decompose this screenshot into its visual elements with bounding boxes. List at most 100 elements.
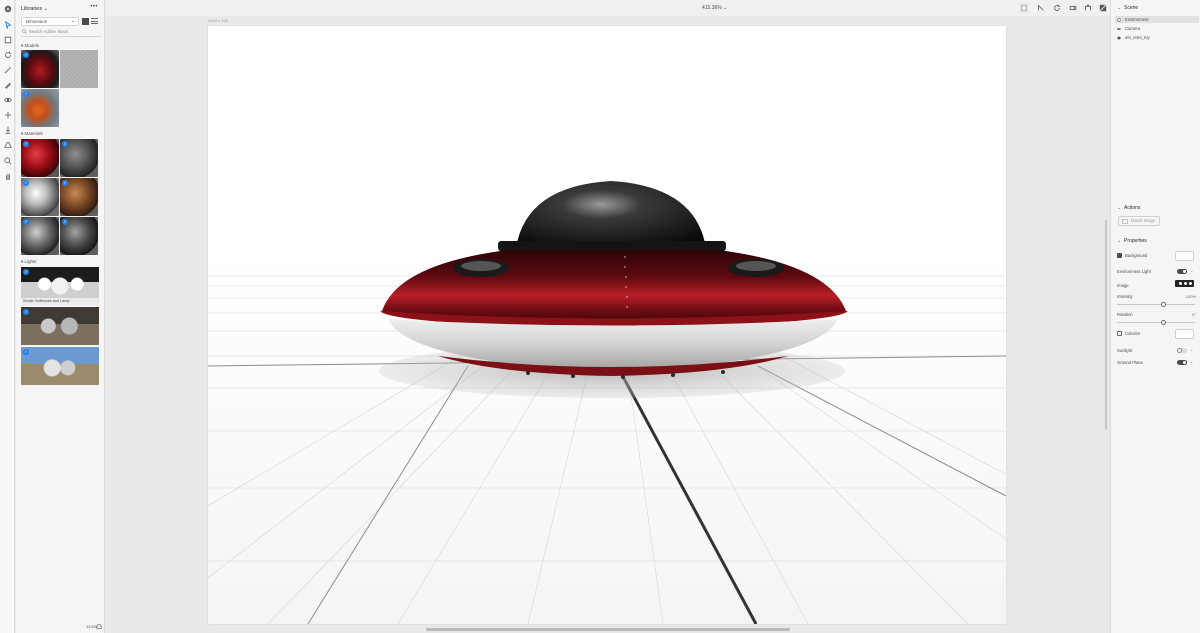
camera-orbit-icon[interactable] <box>1053 4 1061 12</box>
light-thumb-studio[interactable]: ✓ Studio Softboxes and Lamp <box>21 267 99 305</box>
scene-item-environment[interactable]: Environment <box>1115 16 1199 23</box>
chevron-down-icon[interactable]: ⌄ <box>1190 359 1193 364</box>
model-thumb-empty[interactable] <box>60 50 98 88</box>
scene-render <box>208 181 1006 624</box>
rotation-label: Rotation <box>1117 312 1133 317</box>
material-thumb-steel[interactable]: ✓ <box>21 217 59 255</box>
select-icon[interactable] <box>2 19 13 30</box>
rotation-slider-handle[interactable] <box>1160 320 1166 325</box>
sunlight-label: Sunlight <box>1117 348 1133 353</box>
model-thumb-mixer[interactable]: ✓ <box>21 89 59 127</box>
scene-header[interactable]: ⌄ Scene <box>1117 5 1138 11</box>
check-icon: ✓ <box>23 349 29 355</box>
zoom-level-dropdown[interactable]: 415.36% ⌄ <box>702 5 727 11</box>
material-thumb-dark-gray[interactable]: ✓ <box>60 139 98 177</box>
top-bar: 415.36% ⌄ <box>106 0 1110 16</box>
chevron-down-icon: ⌄ <box>70 18 75 24</box>
hand-icon[interactable] <box>2 170 13 181</box>
check-icon: ✓ <box>23 141 29 147</box>
rotate-icon[interactable] <box>2 94 13 105</box>
light-thumb-outdoor-ruins[interactable]: ✓ <box>21 307 99 345</box>
viewport[interactable]: 1024 x 768 <box>106 16 1110 633</box>
tool-rail <box>0 0 15 633</box>
environment-light-toggle[interactable] <box>1177 269 1187 274</box>
lights-section-header[interactable]: ▾ Lights <box>21 259 37 265</box>
intensity-label: Intensity <box>1117 294 1133 299</box>
model-icon <box>1117 35 1121 40</box>
properties-header[interactable]: ⌄ Properties <box>1117 238 1147 244</box>
camera-bookmark-icon[interactable] <box>1084 4 1092 12</box>
match-image-button[interactable]: Match Image <box>1118 216 1160 226</box>
check-icon: ✓ <box>23 91 29 97</box>
model-thumb-ufo[interactable]: ✓ <box>21 50 59 88</box>
cloud-sync-icon[interactable] <box>96 624 102 629</box>
rotation-slider[interactable] <box>1117 320 1195 325</box>
background-color-swatch[interactable] <box>1175 251 1194 261</box>
colorize-color-swatch[interactable] <box>1175 329 1194 339</box>
background-checkbox[interactable]: Background <box>1117 253 1147 259</box>
canvas-size-label: 1024 x 768 <box>208 18 228 23</box>
render-preview-icon[interactable] <box>1099 4 1107 12</box>
dimension-app: Libraries ⌄ ••• Dimension ⌄ Search Adobe … <box>0 0 1200 633</box>
environment-image-thumb[interactable] <box>1175 280 1194 287</box>
actions-header[interactable]: ⌄ Actions <box>1117 205 1140 211</box>
intensity-slider-handle[interactable] <box>1160 302 1166 307</box>
scene-item-camera[interactable]: Camera <box>1115 25 1199 32</box>
grid-view-icon[interactable] <box>82 18 89 25</box>
zoom-icon[interactable] <box>2 155 13 166</box>
material-thumb-rust[interactable]: ✓ <box>60 178 98 216</box>
match-image-icon <box>1122 219 1128 224</box>
libraries-title[interactable]: Libraries ⌄ <box>21 6 48 12</box>
camera-dolly-icon[interactable] <box>1069 4 1077 12</box>
horizontal-scrollbar[interactable] <box>426 628 790 631</box>
magic-wand-icon[interactable] <box>2 64 13 75</box>
list-view-icon[interactable] <box>91 18 98 25</box>
rotation-value[interactable]: 0° <box>1192 312 1196 317</box>
home-icon[interactable] <box>2 3 13 14</box>
intensity-value[interactable]: 100% <box>1186 294 1196 299</box>
sunlight-toggle[interactable] <box>1177 348 1187 353</box>
intensity-slider[interactable] <box>1117 302 1195 307</box>
frame-icon[interactable] <box>1020 4 1028 12</box>
materials-section-header[interactable]: ▾ Materials <box>21 131 43 137</box>
material-thumb-chrome[interactable]: ✓ <box>21 178 59 216</box>
check-icon: ✓ <box>23 52 29 58</box>
check-icon: ✓ <box>23 309 29 315</box>
ground-plane-toggle[interactable] <box>1177 360 1187 365</box>
environment-icon <box>1117 17 1121 22</box>
drop-to-ground-icon[interactable] <box>2 124 13 135</box>
vertical-scrollbar[interactable] <box>1105 220 1107 430</box>
check-icon: ✓ <box>62 219 68 225</box>
sampler-icon[interactable] <box>2 79 13 90</box>
camera-pan-icon[interactable] <box>1037 4 1045 12</box>
stock-search-input[interactable]: Search Adobe Stock <box>21 28 101 37</box>
libraries-panel: Libraries ⌄ ••• Dimension ⌄ Search Adobe … <box>16 0 113 633</box>
render-canvas[interactable] <box>208 26 1006 624</box>
right-panel: ⌄ Scene Environment Camera ufo_retro_toy … <box>1110 0 1200 633</box>
scene-item-ufo[interactable]: ufo_retro_toy <box>1115 34 1199 41</box>
marquee-icon[interactable] <box>2 34 13 45</box>
chevron-down-icon[interactable]: ⌄ <box>1190 347 1193 352</box>
more-icon[interactable]: ••• <box>90 4 98 10</box>
light-thumb-outdoor-sky[interactable]: ✓ <box>21 347 99 385</box>
check-icon: ✓ <box>62 141 68 147</box>
camera-icon <box>1117 27 1121 30</box>
material-thumb-graphite[interactable]: ✓ <box>60 217 98 255</box>
ground-plane-label: Ground Plane <box>1117 360 1143 365</box>
check-icon: ✓ <box>23 180 29 186</box>
image-label: Image <box>1117 283 1129 288</box>
models-section-header[interactable]: ▾ Models <box>21 43 39 49</box>
colorize-checkbox[interactable]: Colorize <box>1117 331 1140 337</box>
light-caption: Studio Softboxes and Lamp <box>21 298 99 305</box>
material-thumb-red[interactable]: ✓ <box>21 139 59 177</box>
environment-light-label: Environment Light <box>1117 269 1151 274</box>
perspective-icon[interactable] <box>2 139 13 150</box>
chevron-down-icon[interactable]: ⌄ <box>1190 268 1193 273</box>
orbit-icon[interactable] <box>2 49 13 60</box>
check-icon: ✓ <box>23 269 29 275</box>
library-dropdown[interactable]: Dimension ⌄ <box>21 17 79 26</box>
move-icon[interactable] <box>2 109 13 120</box>
check-icon: ✓ <box>23 219 29 225</box>
check-icon: ✓ <box>62 180 68 186</box>
search-icon <box>22 29 27 34</box>
